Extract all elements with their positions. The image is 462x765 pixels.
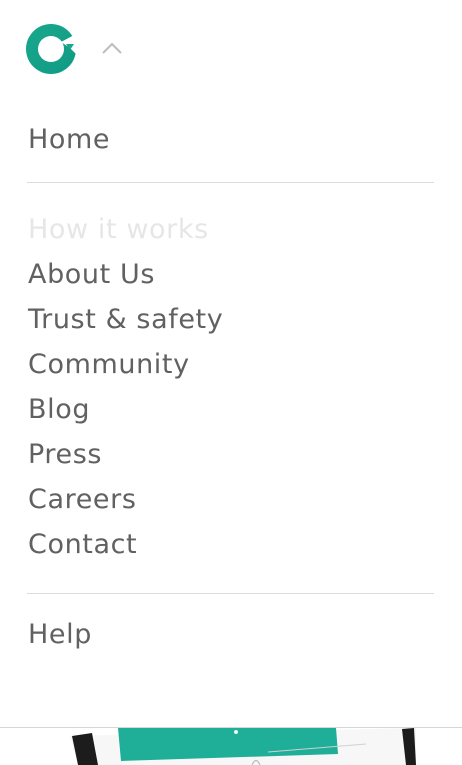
- menu-divider: [27, 182, 434, 183]
- menu-item-trust-safety[interactable]: Trust & safety: [28, 306, 223, 333]
- menu-item-home[interactable]: Home: [28, 126, 110, 153]
- menu-item-contact[interactable]: Contact: [28, 531, 137, 558]
- logo-icon[interactable]: [26, 24, 76, 74]
- menu-item-careers[interactable]: Careers: [28, 486, 137, 513]
- navigation-menu: Home How it works About Us Trust & safet…: [0, 0, 462, 728]
- menu-item-blog[interactable]: Blog: [28, 396, 90, 423]
- menu-divider: [27, 593, 434, 594]
- menu-item-press[interactable]: Press: [28, 441, 102, 468]
- menu-item-about-us[interactable]: About Us: [28, 261, 155, 288]
- chevron-up-icon[interactable]: [100, 38, 124, 58]
- menu-item-help[interactable]: Help: [28, 621, 92, 648]
- phone-preview-image: [0, 728, 462, 765]
- menu-item-community[interactable]: Community: [28, 351, 190, 378]
- section-heading-how-it-works: How it works: [28, 214, 209, 245]
